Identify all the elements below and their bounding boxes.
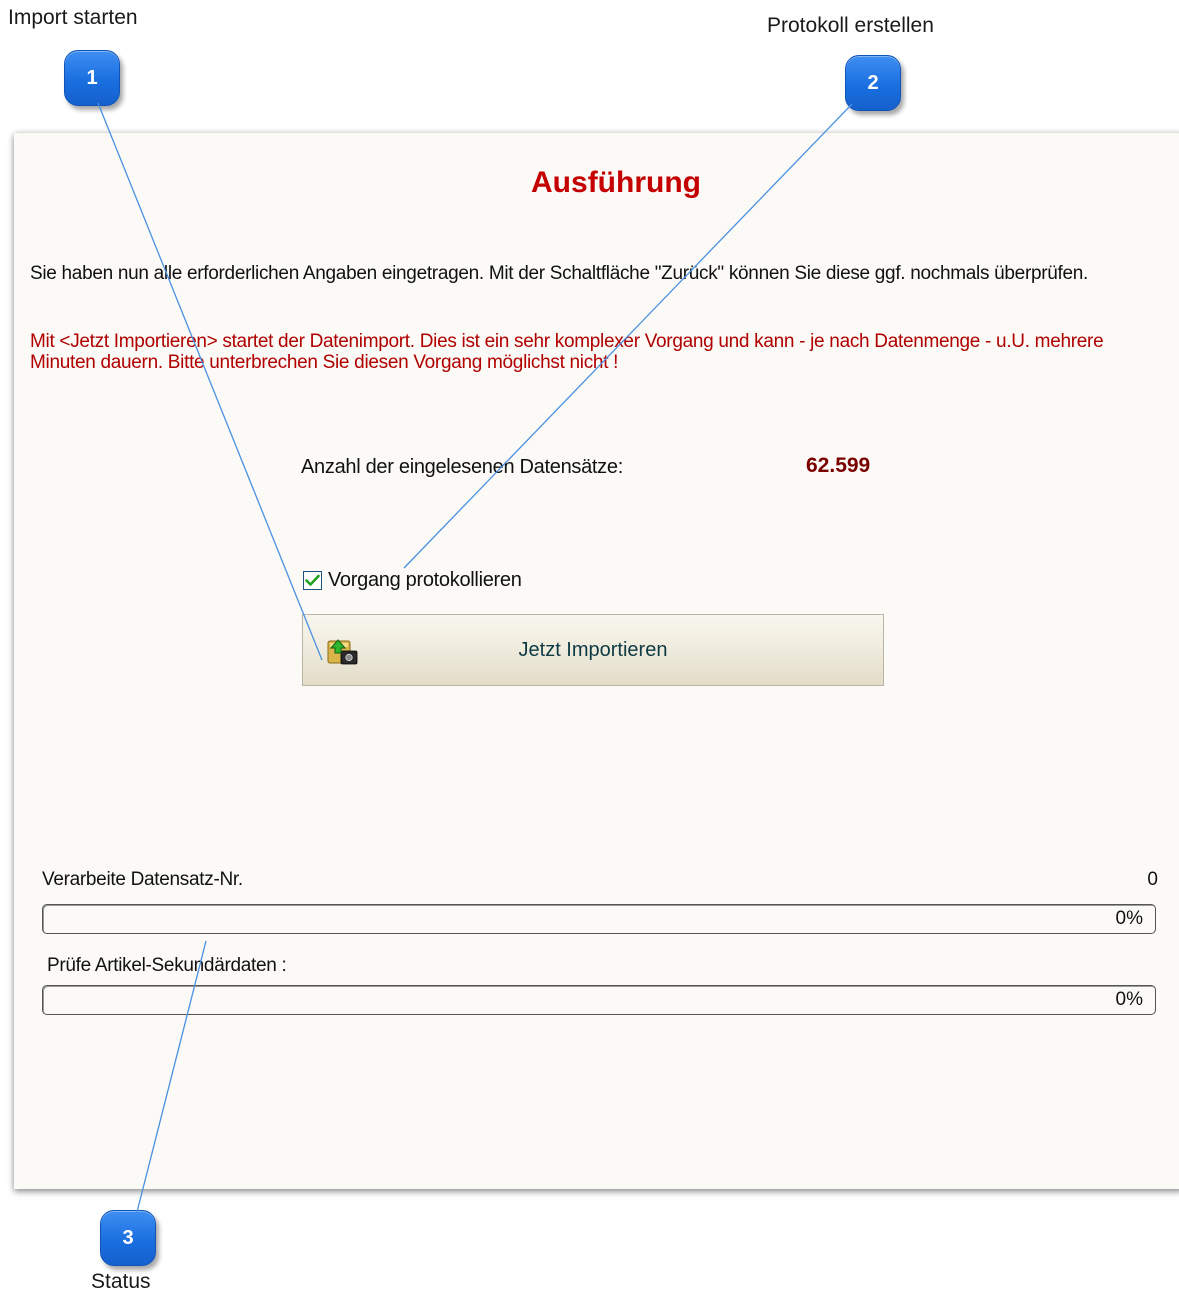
secondary-progress-percent: 0% [1115,989,1143,1010]
callout-2-badge: 2 [845,55,901,111]
secondary-progress-label: Prüfe Artikel-Sekundärdaten : [47,955,287,976]
record-progress-percent: 0% [1115,908,1143,929]
secondary-progress-bar: 0% [42,985,1156,1015]
callout-1-badge: 1 [64,50,120,106]
record-progress-bar: 0% [42,904,1156,934]
record-count-label: Anzahl der eingelesenen Datensätze: [301,456,623,478]
callout-1-label: Import starten [8,6,138,29]
checkmark-icon [305,574,320,586]
annotated-screenshot: Import starten 1 Protokoll erstellen 2 A… [0,0,1179,1303]
warning-text: Mit <Jetzt Importieren> startet der Date… [30,331,1104,373]
record-progress-count: 0 [1147,869,1158,890]
callout-3-label: Status [91,1270,151,1293]
record-progress-label: Verarbeite Datensatz-Nr. [42,869,243,890]
log-checkbox-row[interactable]: Vorgang protokollieren [303,569,522,592]
import-now-button[interactable]: Jetzt Importieren [302,614,884,686]
page-title: Ausführung [531,166,701,199]
intro-text: Sie haben nun alle erforderlichen Angabe… [30,263,1089,284]
callout-3-badge: 3 [100,1210,156,1266]
import-now-button-label: Jetzt Importieren [518,638,668,661]
callout-2-label: Protokoll erstellen [767,14,934,37]
record-count-value: 62.599 [806,454,871,477]
log-checkbox-label: Vorgang protokollieren [328,569,522,591]
log-checkbox[interactable] [303,571,322,590]
